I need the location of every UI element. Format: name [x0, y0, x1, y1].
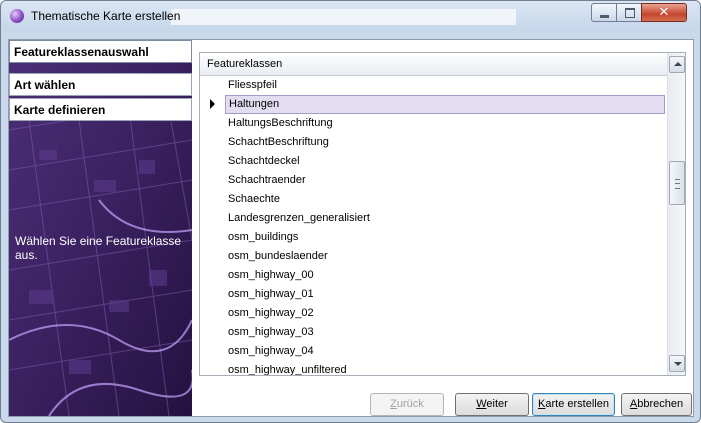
title-bar-glass [171, 9, 516, 25]
table-row[interactable]: Schachtdeckel [200, 152, 667, 171]
table-cell-featureclass[interactable]: osm_highway_03 [225, 323, 665, 342]
table-cell-featureclass[interactable]: osm_buildings [225, 228, 665, 247]
wizard-step-featureklassenauswahl[interactable]: Featureklassenauswahl [9, 40, 192, 63]
maximize-icon [625, 8, 635, 18]
table-cell-featureclass[interactable]: Schachtdeckel [225, 152, 665, 171]
table-row[interactable]: Haltungen [200, 95, 667, 114]
table-cell-featureclass[interactable]: osm_highway_01 [225, 285, 665, 304]
table-row[interactable]: osm_highway_01 [200, 285, 667, 304]
window-title: Thematische Karte erstellen [31, 9, 181, 23]
close-icon: ✕ [658, 5, 670, 20]
vertical-scrollbar[interactable] [667, 53, 685, 375]
table-row[interactable]: osm_buildings [200, 228, 667, 247]
wizard-hint-text: Wählen Sie eine Featureklasse aus. [15, 234, 182, 262]
back-button[interactable]: Zurück [370, 393, 444, 416]
table-row[interactable]: osm_highway_04 [200, 342, 667, 361]
table-cell-featureclass[interactable]: Landesgrenzen_generalisiert [225, 209, 665, 228]
next-button-mnemonic: W [476, 398, 487, 410]
current-row-arrow-icon [210, 99, 215, 109]
grid-column-header-label: Featureklassen [207, 58, 283, 70]
cancel-button-label: bbrechen [637, 398, 684, 410]
table-row[interactable]: osm_highway_00 [200, 266, 667, 285]
maximize-button[interactable] [616, 3, 642, 22]
create-map-button-label: arte erstellen [545, 398, 609, 410]
arrow-up-icon [674, 62, 682, 66]
minimize-icon [600, 15, 609, 18]
grid-column-header[interactable]: Featureklassen [200, 53, 667, 76]
dialog-window: Thematische Karte erstellen ✕ Featurekla… [0, 0, 701, 423]
next-button-label: eiter [486, 398, 508, 410]
table-cell-featureclass[interactable]: HaltungsBeschriftung [225, 114, 665, 133]
table-row[interactable]: osm_highway_unfiltered [200, 361, 667, 375]
table-row[interactable]: Landesgrenzen_generalisiert [200, 209, 667, 228]
city-map-background-image [9, 40, 192, 416]
table-row[interactable]: SchachtBeschriftung [200, 133, 667, 152]
minimize-button[interactable] [591, 3, 617, 22]
table-row[interactable]: osm_bundeslaender [200, 247, 667, 266]
cancel-button[interactable]: Abbrechen [621, 393, 692, 416]
table-cell-featureclass[interactable]: osm_highway_00 [225, 266, 665, 285]
caption-buttons: ✕ [591, 3, 695, 22]
grid-rows: Fliesspfeil Haltungen HaltungsBeschriftung… [200, 76, 667, 375]
table-row[interactable]: osm_highway_03 [200, 323, 667, 342]
scroll-up-button[interactable] [669, 56, 685, 73]
scrollbar-thumb[interactable] [669, 161, 685, 205]
table-row[interactable]: HaltungsBeschriftung [200, 114, 667, 133]
table-row[interactable]: Schaechte [200, 190, 667, 209]
app-globe-icon [10, 9, 24, 23]
dialog-client-area: Featureklassenauswahl Art wählen Karte d… [8, 39, 694, 417]
table-cell-featureclass[interactable]: Haltungen [225, 95, 665, 114]
wizard-step-art-waehlen[interactable]: Art wählen [9, 73, 192, 96]
table-row[interactable]: Schachtraender [200, 171, 667, 190]
wizard-step-karte-definieren[interactable]: Karte definieren [9, 98, 192, 121]
table-cell-featureclass[interactable]: SchachtBeschriftung [225, 133, 665, 152]
table-cell-featureclass[interactable]: osm_highway_02 [225, 304, 665, 323]
close-button[interactable]: ✕ [641, 3, 687, 22]
scroll-down-button[interactable] [669, 355, 685, 372]
back-button-mnemonic: Z [390, 398, 397, 410]
create-map-button[interactable]: Karte erstellen [532, 393, 615, 416]
table-cell-featureclass[interactable]: osm_highway_unfiltered [225, 361, 665, 375]
table-cell-featureclass[interactable]: Fliesspfeil [225, 76, 665, 95]
title-bar[interactable]: Thematische Karte erstellen ✕ [1, 1, 700, 31]
grip-icon [675, 179, 680, 189]
table-cell-featureclass[interactable]: Schachtraender [225, 171, 665, 190]
table-row[interactable]: Fliesspfeil [200, 76, 667, 95]
featureclass-grid[interactable]: Featureklassen Fliesspfeil Haltungen Haltu… [199, 52, 686, 376]
table-cell-featureclass[interactable]: osm_highway_04 [225, 342, 665, 361]
back-button-label: urück [396, 398, 424, 410]
table-cell-featureclass[interactable]: Schaechte [225, 190, 665, 209]
table-row[interactable]: osm_highway_02 [200, 304, 667, 323]
table-cell-featureclass[interactable]: osm_bundeslaender [225, 247, 665, 266]
arrow-down-icon [674, 362, 682, 366]
next-button[interactable]: Weiter [455, 393, 529, 416]
wizard-side-panel: Featureklassenauswahl Art wählen Karte d… [9, 40, 192, 416]
